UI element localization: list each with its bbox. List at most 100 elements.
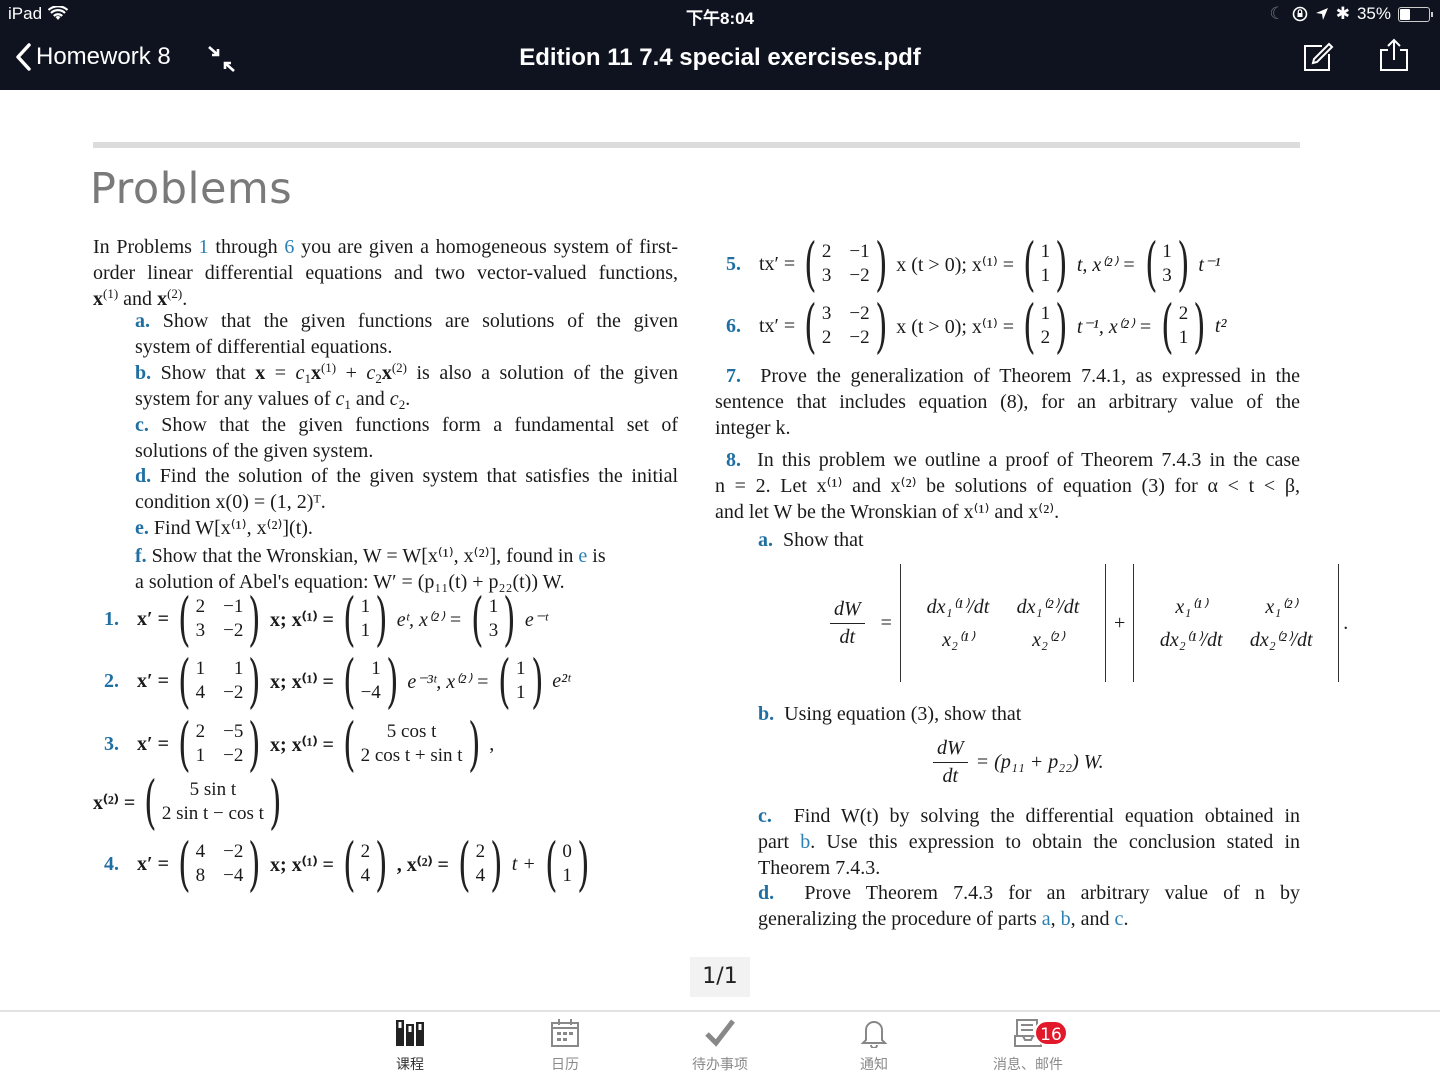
unread-badge: 16 (1034, 1020, 1068, 1046)
matrix: (2 −1 3 −2) (804, 230, 888, 298)
problem-8-line-1: 8. In this problem we outline a proof of… (726, 449, 1300, 471)
problem-8-part-d-line-2: generalizing the procedure of parts a, b… (758, 908, 1129, 930)
part-b-line-2: system for any values of c1 and c2. (135, 388, 411, 412)
tab-todo[interactable]: 待办事项 (660, 1018, 780, 1074)
fraction-dW-dt: dW dt (830, 598, 865, 649)
rotation-lock-icon (1292, 6, 1308, 22)
clock: 下午8:04 (685, 9, 755, 28)
tab-courses[interactable]: 课程 (350, 1018, 470, 1074)
battery-icon (1398, 6, 1433, 22)
intro-line-1: In Problems 1 through 6 you are given a … (93, 236, 679, 258)
problem-8-part-c-line-3: Theorem 7.4.3. (758, 857, 881, 879)
share-icon (1380, 38, 1408, 71)
tab-label: 日历 (551, 1057, 579, 1073)
share-button[interactable] (1378, 38, 1410, 72)
collapse-arrows-icon (208, 46, 235, 72)
problem-8-part-d-line-1: d. Prove Theorem 7.4.3 for an arbitrary … (758, 882, 1300, 904)
battery-percent: 35% (1356, 4, 1391, 23)
problem-1: 1. x′ = (2 −1 3 −2) x; x⁽¹⁾ = (1 1) eᵗ, x⁽²⁾ … (104, 585, 548, 653)
pdf-page[interactable]: Problems In Problems 1 through 6 you are… (0, 90, 1440, 1010)
problem-7-line-2: sentence that includes equation (8), for… (715, 391, 1300, 413)
problem-5: 5. tx′ = (2 −1 3 −2) x (t > 0); x⁽¹⁾ = (1 1) … (726, 230, 1221, 298)
problem-8-line-2: n = 2. Let x⁽¹⁾ and x⁽²⁾ be solutions of… (715, 475, 1300, 497)
link-part-b[interactable]: b (1061, 908, 1071, 930)
matrix: (3 −2 2 −2) (804, 292, 888, 360)
problem-3: 3. x′ = (2 −5 1 −2) x; x⁽¹⁾ = (5 cos t2 cos … (104, 710, 495, 778)
tab-inbox[interactable]: 16 消息、邮件 (968, 1018, 1088, 1074)
problem-2: 2. x′ = (1 1 4 −2) x; x⁽¹⁾ = (1 −4) e⁻³ᵗ, x⁽²… (104, 647, 571, 715)
vector: (2 4) (458, 830, 503, 898)
exit-fullscreen-button[interactable] (206, 44, 238, 74)
link-part-a[interactable]: a (1042, 908, 1051, 930)
status-bar-right: ☾ ✱ 35% (1269, 4, 1433, 24)
matrix: (2 −1 3 −2) (178, 585, 261, 653)
problem-8-part-b: b. Using equation (3), show that (758, 703, 1022, 725)
intro-line-2: order linear differential equations and … (93, 262, 678, 284)
vector: (1 1) (498, 647, 544, 715)
abel-equation: dW dt = (p₁₁ + p₂₂) W. (925, 737, 1104, 788)
link-problem-6[interactable]: 6 (284, 236, 294, 258)
back-button[interactable]: Homework 8 (14, 42, 171, 72)
document-title: Edition 11 7.4 special exercises.pdf (519, 44, 921, 71)
top-bar: iPad 下午8:04 ☾ ✱ 35% Homework 8 Edition 1… (0, 0, 1440, 90)
tab-notifications[interactable]: 通知 (814, 1018, 934, 1074)
part-e: e. Find W[x⁽¹⁾, x⁽²⁾](t). (135, 517, 313, 539)
problem-8-part-a: a. Show that (758, 529, 864, 551)
chevron-left-icon (16, 43, 31, 71)
link-part-b[interactable]: b (800, 831, 810, 853)
problem-3-x2: x⁽²⁾ = (5 sin t2 sin t − cos t) (93, 773, 291, 831)
part-f-line-1: f. Show that the Wronskian, W = W[x⁽¹⁾, … (135, 545, 606, 567)
problem-8-part-c-line-2: part b. Use this expression to obtain th… (758, 831, 1301, 853)
part-a-line-2: system of differential equations. (135, 336, 393, 358)
tab-label: 待办事项 (692, 1057, 748, 1073)
moon-icon: ☾ (1269, 4, 1285, 23)
vector: (1 2) (1023, 292, 1068, 360)
section-heading: Problems (90, 164, 293, 214)
problem-8-line-3: and let W be the Wronskian of x⁽¹⁾ and x… (715, 501, 1060, 523)
vector: (2 1) (1161, 292, 1206, 360)
annotate-button[interactable] (1302, 42, 1334, 72)
vector: (0 1) (544, 830, 590, 898)
tab-calendar[interactable]: 日历 (505, 1018, 625, 1074)
vector: (1 1) (1023, 230, 1068, 298)
bell-icon (860, 1021, 888, 1048)
page-indicator: 1/1 (690, 957, 750, 997)
vector: (1 3) (1144, 230, 1190, 298)
vector: (1 −4) (343, 647, 399, 715)
matrix: (4 −2 8 −4) (178, 830, 261, 898)
problem-7-line-3: integer k. (715, 417, 791, 439)
matrix: (2 −5 1 −2) (178, 710, 261, 778)
bottom-tab-bar: 课程 日历 待办事项 通知 16 消息、邮件 (0, 1010, 1440, 1080)
link-problem-1[interactable]: 1 (199, 236, 209, 258)
bluetooth-icon: ✱ (1335, 4, 1350, 23)
edit-pencil-icon (1304, 42, 1334, 71)
matrix: (1 1 4 −2) (178, 647, 261, 715)
problem-7-line-1: 7. Prove the generalization of Theorem 7… (726, 365, 1301, 387)
vector: (5 sin t2 sin t − cos t) (144, 768, 282, 836)
vector: (5 cos t2 cos t + sin t) (343, 710, 481, 778)
location-icon (1315, 8, 1328, 20)
part-c-line-2: solutions of the given system. (135, 440, 374, 462)
courses-icon (396, 1020, 424, 1046)
problem-6: 6. tx′ = (3 −2 2 −2) x (t > 0); x⁽¹⁾ = (1 2) … (726, 292, 1227, 360)
tab-label: 消息、邮件 (993, 1057, 1063, 1073)
back-button-label: Homework 8 (36, 43, 171, 70)
vector: (1 1) (343, 585, 388, 653)
checkmark-icon (705, 1019, 735, 1047)
vector: (2 4) (343, 830, 388, 898)
part-c-line-1: c. Show that the given functions form a … (135, 414, 679, 436)
part-a-line-1: a. Show that the given functions are sol… (135, 310, 678, 332)
problem-8-part-c-line-1: c. Find W(t) by solving the differential… (758, 805, 1301, 827)
problem-4: 4. x′ = (4 −2 8 −4) x; x⁽¹⁾ = (2 4) , x⁽²⁾ = … (104, 835, 599, 893)
wronskian-derivative-equation: dW dt = dx₁⁽¹⁾/dt dx₁⁽²⁾/dt x₂⁽¹⁾ x₂⁽²⁾ + x₁… (822, 564, 1348, 682)
link-part-e[interactable]: e (578, 545, 587, 567)
part-d-line-1: d. Find the solution of the given system… (135, 465, 678, 487)
part-b-line-1: b. Show that x = c1x(1) + c2x(2) is also… (135, 360, 679, 386)
section-rule (93, 142, 1300, 148)
fraction-dW-dt: dW dt (933, 737, 968, 788)
calendar-icon (551, 1019, 579, 1047)
part-d-line-2: condition x(0) = (1, 2)ᵀ. (135, 491, 326, 513)
vector: (1 3) (471, 585, 516, 653)
tab-label: 通知 (860, 1057, 888, 1073)
tab-label: 课程 (396, 1057, 424, 1073)
